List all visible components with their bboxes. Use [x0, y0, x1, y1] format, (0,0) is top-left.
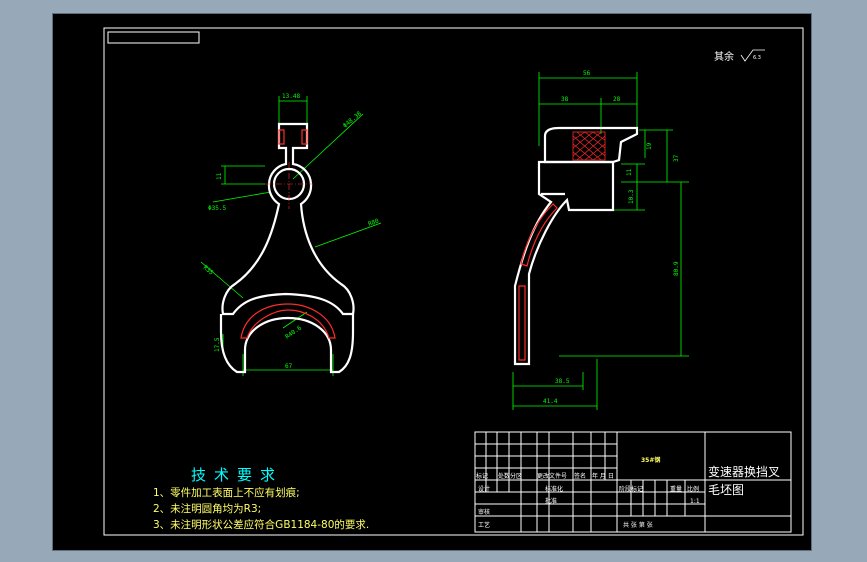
- right-header-1: 阶段标记: [619, 485, 643, 493]
- dim-left-width: 38: [561, 96, 569, 103]
- front-view: 13.48 Φ48.38 Φ35.5 11 R80 R35 R40.6 17.5…: [200, 93, 382, 376]
- technical-requirements: 技术要求 1、零件加工表面上不应有划痕; 2、未注明圆角均为R3; 3、未注明形…: [153, 466, 369, 531]
- dim-radius-fork: R35: [202, 264, 215, 277]
- dim-radius-large: R80: [367, 217, 380, 227]
- head-section-hatch: [572, 131, 606, 161]
- notes-title: 技术要求: [191, 466, 283, 484]
- drawing-name-line1: 变速器换挡叉: [708, 464, 780, 479]
- note-line-2: 2、未注明圆角均为R3;: [153, 502, 261, 515]
- dim-bottom-width-1: 38.5: [555, 378, 570, 385]
- dim-mid-gap: 11: [626, 168, 633, 176]
- dim-fork-inner-radius: R40.6: [284, 324, 303, 340]
- left-row-1: 设计: [478, 485, 490, 493]
- mid-row-2: 批准: [545, 497, 557, 505]
- note-line-3: 3、未注明形状公差应符合GB1184-80的要求.: [153, 518, 369, 531]
- dim-overall-height: 80.9: [673, 261, 680, 276]
- dim-lower-offset: 10.3: [628, 189, 635, 204]
- header-cell-6: 年 月 日: [592, 472, 614, 480]
- dim-top-width: 13.48: [282, 93, 300, 100]
- right-header-3: 比例: [687, 485, 699, 493]
- header-cell-1: 标记: [476, 472, 488, 480]
- side-view: 56 38 28 19 37 11 10.3 80.9 38.5 41.4: [512, 70, 689, 410]
- dim-boss-dia: Φ48.38: [342, 110, 363, 130]
- material-label: 35#钢: [641, 456, 660, 464]
- roughness-note: 其余: [714, 50, 734, 63]
- mid-row-1: 标准化: [545, 485, 563, 493]
- dim-overall-width: 56: [583, 70, 591, 77]
- dim-bottom-width-2: 41.4: [543, 398, 558, 405]
- dim-small-height: 11: [216, 172, 223, 180]
- header-cell-2: 处数: [498, 472, 510, 480]
- left-row-4: 工艺: [478, 521, 490, 529]
- drawing-name-line2: 毛坯图: [708, 483, 744, 497]
- header-cell-5: 签名: [574, 472, 586, 480]
- dim-fork-width: 67: [285, 363, 293, 370]
- corner-label-box: [107, 31, 200, 44]
- header-cell-3: 分区: [510, 472, 522, 480]
- dim-fork-height: 17.5: [214, 337, 221, 352]
- dim-right-width: 28: [613, 96, 621, 103]
- drawing-canvas: 其余 6.3 13.48 Φ48.38 Φ35.5 11 R80 R35 R40…: [103, 27, 804, 536]
- title-block: 35#钢 变速器换挡叉 毛坯图 标记 处数 分区 更改文件号 签名 年 月 日 …: [474, 431, 792, 533]
- header-cell-4: 更改文件号: [537, 472, 567, 480]
- roughness-value: 6.3: [753, 55, 761, 61]
- sheet-border: [103, 27, 804, 536]
- dim-head-height: 19: [646, 142, 653, 150]
- dim-head-total: 37: [673, 154, 680, 162]
- cad-viewport[interactable]: 其余 6.3 13.48 Φ48.38 Φ35.5 11 R80 R35 R40…: [53, 14, 811, 550]
- dim-hole-dia: Φ35.5: [208, 205, 226, 212]
- note-line-1: 1、零件加工表面上不应有划痕;: [153, 486, 300, 499]
- left-row-3: 审核: [478, 508, 490, 516]
- scale-value: 1:1: [690, 498, 700, 505]
- sheet-footer: 共 张 第 张: [623, 521, 653, 529]
- right-header-2: 重量: [670, 485, 682, 493]
